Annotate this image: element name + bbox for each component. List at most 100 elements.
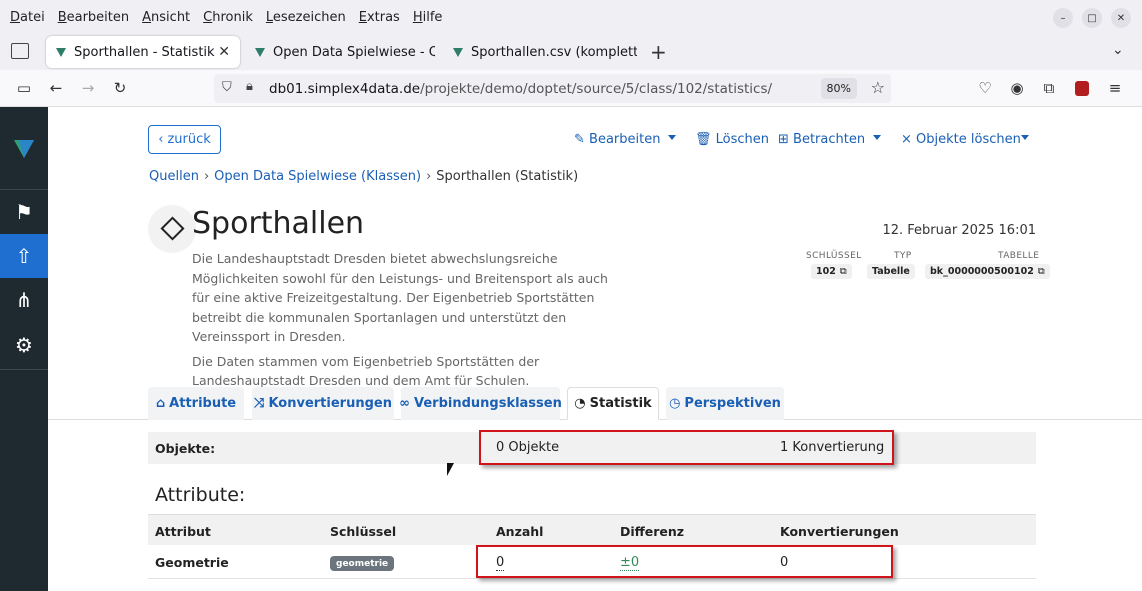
key-value-text: 102 (816, 266, 836, 277)
delete-objects-button[interactable]: × Objekte löschen (901, 132, 1021, 147)
pocket-icon[interactable]: ♡ (975, 78, 995, 98)
menu-datei[interactable]: Datei (10, 10, 45, 25)
browser-tab-spielwiese[interactable]: Open Data Spielwiese - Q (245, 36, 435, 68)
back-arrow-icon[interactable]: ← (46, 78, 66, 98)
view-label: Betrachten (793, 132, 866, 147)
minimize-icon[interactable]: – (1053, 8, 1073, 28)
chevron-right-icon: › (203, 169, 210, 184)
extensions-icon[interactable]: ⧉ (1039, 78, 1059, 98)
menu-bar: Datei Bearbeiten Ansicht Chronik Lesezei… (0, 0, 1142, 34)
signpost-icon[interactable]: ⚑ (0, 190, 48, 234)
content-tabs: ⌂ Attribute ⤨ Konvertierungen ∞ Verbindungs… (48, 387, 1142, 420)
triangle-favicon-icon (56, 47, 66, 57)
new-tab-icon[interactable]: + (650, 40, 667, 64)
tab-perspektiven[interactable]: ◷ Perspektiven (666, 387, 784, 420)
url-bar[interactable]: ⛉ 🔒︎ db01.simplex4data.de/projekte/demo/… (214, 74, 891, 103)
menu-chronik[interactable]: Chronik (203, 10, 253, 25)
menu-bearbeiten[interactable]: Bearbeiten (58, 10, 129, 25)
breadcrumb-root[interactable]: Quellen (149, 169, 199, 184)
chevron-right-icon: › (426, 169, 432, 184)
mouse-cursor-icon (447, 463, 454, 476)
star-icon[interactable]: ☆ (871, 78, 885, 97)
breadcrumb: Quellen › Open Data Spielwiese (Klassen) › S… (149, 169, 578, 184)
view-dropdown-icon[interactable] (873, 135, 881, 140)
browser-tab-statistik[interactable]: Sporthallen - Statistik ✕ (46, 36, 240, 68)
delete-objects-label: Objekte löschen (916, 132, 1021, 147)
close-tab-icon[interactable]: ✕ (218, 44, 230, 60)
breadcrumb-current: Sporthallen (Statistik) (436, 169, 579, 184)
chevron-left-icon: ‹ (158, 132, 164, 147)
sidebar-divider (0, 369, 48, 370)
app-logo-icon[interactable] (0, 127, 48, 171)
link-icon: ∞ (399, 396, 410, 411)
shield-icon[interactable]: ⛉ (222, 80, 232, 95)
class-icon (148, 205, 196, 253)
gear-icon[interactable]: ⚙ (0, 323, 48, 367)
hamburger-menu-icon[interactable]: ≡ (1105, 78, 1125, 98)
type-label: TYP (894, 251, 912, 261)
diamond-icon (160, 216, 185, 241)
reload-icon[interactable]: ↻ (110, 78, 130, 98)
zoom-level[interactable]: 80% (820, 78, 857, 99)
tab-label: Sporthallen - Statistik (74, 44, 215, 60)
delete-objects-dropdown-icon[interactable] (1021, 135, 1029, 140)
delete-label: Löschen (715, 132, 770, 147)
ublock-icon[interactable] (1072, 78, 1092, 98)
tab-label: Statistik (589, 396, 652, 411)
column-header[interactable]: Schlüssel (330, 524, 396, 539)
maximize-icon[interactable]: □ (1082, 8, 1102, 28)
tab-statistik[interactable]: ◔ Statistik (567, 387, 659, 420)
description: Die Landeshauptstadt Dresden bietet abwe… (192, 249, 612, 391)
tab-bar: Sporthallen - Statistik ✕ Open Data Spie… (0, 34, 1142, 70)
table-value[interactable]: bk_0000000500102 ⧉ (925, 264, 1050, 279)
tab-label: Sporthallen.csv (komplett (471, 44, 637, 60)
table-label: TABELLE (998, 251, 1040, 261)
tab-label: Perspektiven (684, 396, 781, 411)
menu-ansicht[interactable]: Ansicht (142, 10, 190, 25)
tab-list-icon[interactable] (11, 43, 29, 59)
column-header[interactable]: Konvertierungen (780, 524, 899, 539)
copy-icon[interactable]: ⧉ (1038, 266, 1045, 277)
delete-button[interactable]: 🗑︎ Löschen (695, 132, 769, 147)
account-icon[interactable]: ◉ (1007, 78, 1027, 98)
menu-hilfe[interactable]: Hilfe (413, 10, 443, 25)
tab-label: Konvertierungen (268, 396, 392, 411)
column-header[interactable]: Anzahl (496, 524, 543, 539)
url-text: db01.simplex4data.de/projekte/demo/dopte… (269, 80, 773, 97)
tab-konvertierungen[interactable]: ⤨ Konvertierungen (252, 387, 394, 420)
key-value[interactable]: 102 ⧉ (811, 264, 852, 279)
edit-label: Bearbeiten (589, 132, 661, 147)
description-paragraph: Die Daten stammen vom Eigenbetrieb Sport… (192, 353, 540, 389)
forward-arrow-icon[interactable]: → (78, 78, 98, 98)
breadcrumb-parent[interactable]: Open Data Spielwiese (Klassen) (214, 169, 421, 184)
type-value: Tabelle (867, 264, 915, 279)
highlight-box (476, 545, 893, 578)
table-value-text: bk_0000000500102 (930, 266, 1034, 277)
back-label: zurück (167, 132, 211, 147)
view-button[interactable]: ⊞ Betrachten (778, 132, 865, 147)
highlight-box (479, 430, 894, 465)
table-header: Attribut Schlüssel Anzahl Differenz Konv… (148, 514, 1036, 545)
upload-icon[interactable]: ⇧ (0, 234, 48, 278)
browser-tab-csv[interactable]: Sporthallen.csv (komplett (443, 36, 637, 68)
column-header[interactable]: Attribut (155, 524, 211, 539)
close-window-icon[interactable]: ✕ (1111, 8, 1131, 28)
lock-icon[interactable]: 🔒︎ (246, 79, 253, 94)
tab-attribute[interactable]: ⌂ Attribute (148, 387, 244, 420)
pie-chart-icon: ◔ (574, 396, 586, 411)
column-header[interactable]: Differenz (620, 524, 684, 539)
tab-label: Open Data Spielwiese - Q (273, 44, 435, 60)
edit-button[interactable]: ✎ Bearbeiten (574, 132, 660, 147)
back-button[interactable]: ‹ zurück (148, 125, 221, 154)
edit-dropdown-icon[interactable] (668, 135, 676, 140)
triangle-favicon-icon (453, 47, 463, 57)
copy-icon[interactable]: ⧉ (840, 266, 847, 277)
key-label: SCHLÜSSEL (806, 251, 862, 261)
menu-lesezeichen[interactable]: Lesezeichen (266, 10, 346, 25)
tab-verbindungsklassen[interactable]: ∞ Verbindungsklassen (399, 387, 562, 420)
sidebar-toggle-icon[interactable]: ▭ (14, 78, 34, 98)
sitemap-icon[interactable]: ⋔ (0, 278, 48, 322)
menu-extras[interactable]: Extras (359, 10, 400, 25)
nav-bar: ▭ ← → ↻ ⛉ 🔒︎ db01.simplex4data.de/projek… (0, 70, 1142, 107)
chevron-down-icon[interactable]: ⌄ (1112, 42, 1124, 58)
